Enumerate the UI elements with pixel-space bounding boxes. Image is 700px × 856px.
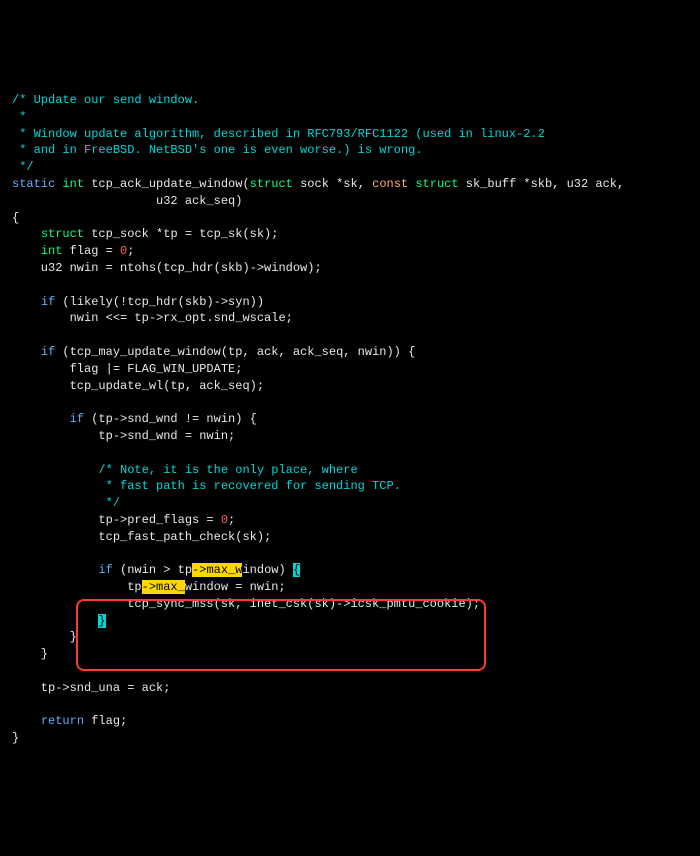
code-line: u32 nwin = ntohs(tcp_hdr(skb)->window);	[12, 261, 322, 275]
comment-line: */	[12, 496, 120, 510]
code-line: tcp_sync_mss(sk, inet_csk(sk)->icsk_pmtu…	[12, 597, 480, 611]
brace-close: }	[12, 630, 77, 644]
code-editor-view: /* Update our send window. * * Window up…	[12, 75, 688, 764]
code-line: int flag = 0;	[12, 244, 134, 258]
search-highlight: ->max_w	[192, 563, 242, 577]
code-line: tp->pred_flags = 0;	[12, 513, 235, 527]
code-line: tp->snd_una = ack;	[12, 681, 170, 695]
code-line: tcp_fast_path_check(sk);	[12, 530, 271, 544]
cursor-highlight: {	[293, 563, 300, 577]
cursor-highlight: }	[98, 614, 105, 628]
brace-close: }	[12, 647, 48, 661]
comment-line: /* Note, it is the only place, where	[12, 463, 358, 477]
code-line: if (likely(!tcp_hdr(skb)->syn))	[12, 295, 264, 309]
code-line: return flag;	[12, 714, 127, 728]
code-line: if (tp->snd_wnd != nwin) {	[12, 412, 257, 426]
keyword-if: if	[41, 295, 55, 309]
brace-close: }	[12, 731, 19, 745]
comment-line: * Window update algorithm, described in …	[12, 127, 545, 141]
code-line: u32 ack_seq)	[12, 194, 242, 208]
comment-line: *	[12, 110, 26, 124]
number-literal: 0	[221, 513, 228, 527]
param-sock: sock	[300, 177, 329, 191]
keyword-struct: struct	[415, 177, 458, 191]
function-name: tcp_ack_update_window	[91, 177, 242, 191]
keyword-struct: struct	[250, 177, 293, 191]
keyword-if: if	[70, 412, 84, 426]
keyword-return: return	[41, 714, 84, 728]
keyword-if: if	[98, 563, 112, 577]
type-int: int	[41, 244, 63, 258]
code-line: if (tcp_may_update_window(tp, ack, ack_s…	[12, 345, 415, 359]
keyword-static: static	[12, 177, 55, 191]
type-int: int	[62, 177, 84, 191]
code-line: static int tcp_ack_update_window(struct …	[12, 177, 624, 191]
search-highlight: ->max_	[142, 580, 185, 594]
comment-line: * fast path is recovered for sending TCP…	[12, 479, 401, 493]
keyword-const: const	[372, 177, 408, 191]
brace-open: {	[12, 211, 19, 225]
keyword-struct: struct	[41, 227, 84, 241]
code-line: tp->snd_wnd = nwin;	[12, 429, 235, 443]
code-line: }	[12, 614, 106, 628]
code-line: tcp_update_wl(tp, ack_seq);	[12, 379, 264, 393]
code-line: struct tcp_sock *tp = tcp_sk(sk);	[12, 227, 278, 241]
code-line: nwin <<= tp->rx_opt.snd_wscale;	[12, 311, 293, 325]
comment-line: */	[12, 160, 34, 174]
code-line: tp->max_window = nwin;	[12, 580, 286, 594]
code-line: flag |= FLAG_WIN_UPDATE;	[12, 362, 242, 376]
comment-line: /* Update our send window.	[12, 93, 199, 107]
keyword-if: if	[41, 345, 55, 359]
code-line: if (nwin > tp->max_window) {	[12, 563, 300, 577]
comment-line: * and in FreeBSD. NetBSD's one is even w…	[12, 143, 422, 157]
